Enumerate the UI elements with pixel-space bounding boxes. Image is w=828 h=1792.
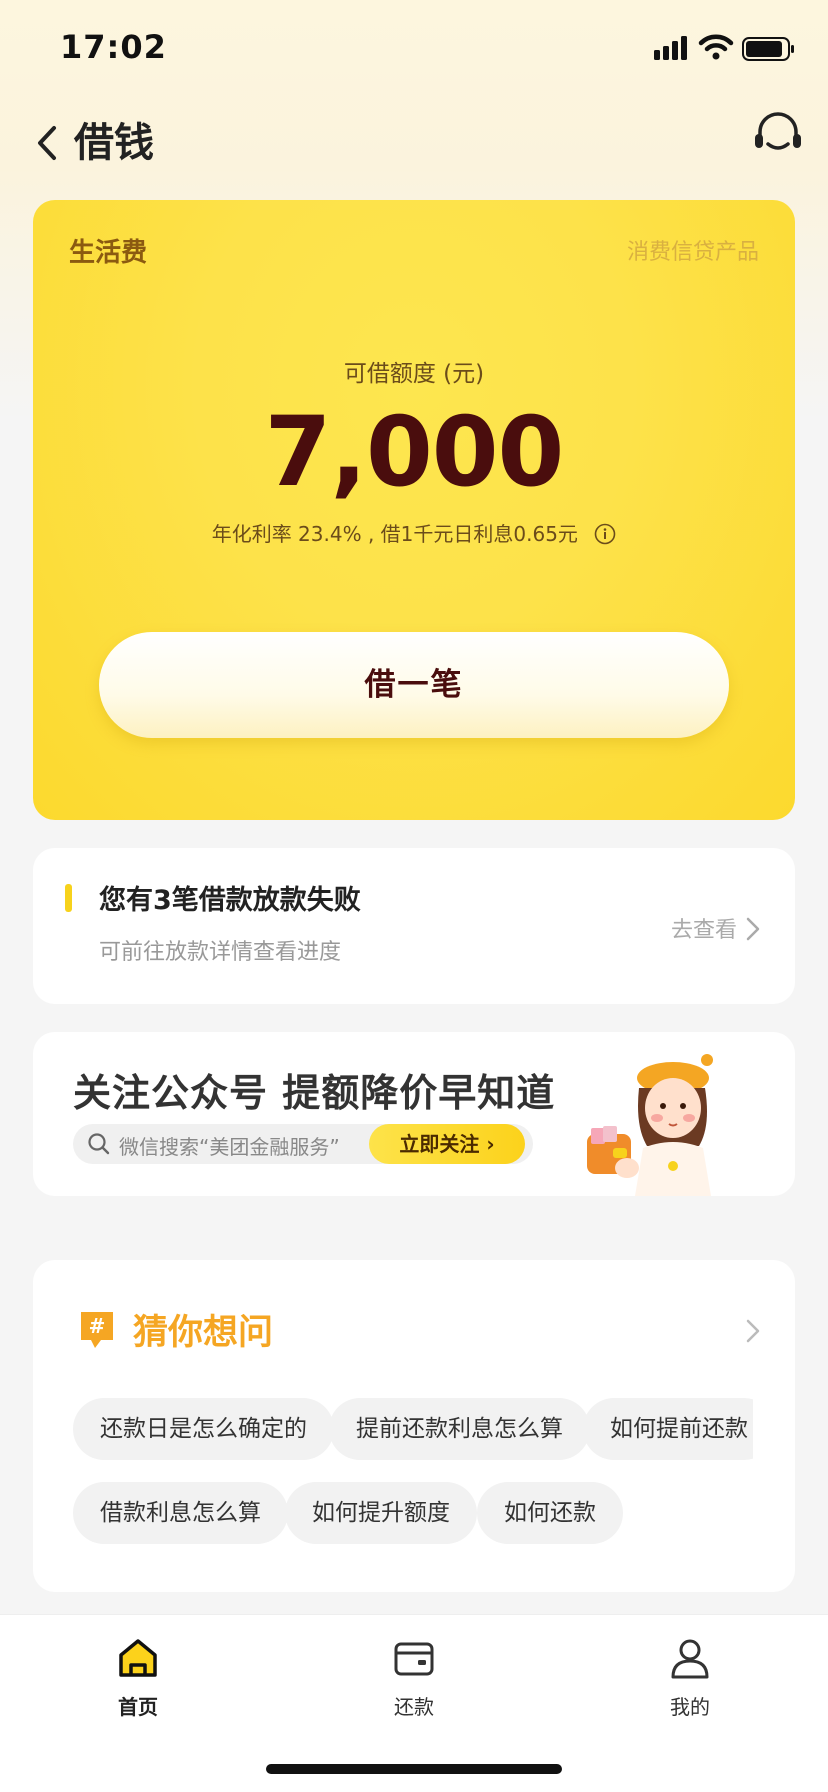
faq-chip[interactable]: 如何提升额度 xyxy=(285,1482,477,1544)
faq-chip-row: 还款日是怎么确定的 提前还款利息怎么算 如何提前还款 xyxy=(73,1398,753,1460)
loan-limit-card: 生活费 消费信贷产品 可借额度 (元) 7,000 年化利率 23.4% , 借… xyxy=(33,200,795,820)
customer-service-icon[interactable] xyxy=(750,108,806,164)
product-tag: 生活费 xyxy=(69,238,148,268)
search-hint-text: 微信搜索“美团金融服务” xyxy=(119,1135,340,1159)
wallet-icon xyxy=(394,1642,434,1676)
follow-now-button[interactable]: 立即关注 › xyxy=(369,1124,525,1164)
notice-subtitle: 可前往放款详情查看进度 xyxy=(99,940,342,965)
chevron-right-icon[interactable] xyxy=(745,1318,761,1344)
navigation-bar: 借钱 xyxy=(0,100,828,200)
tab-mine[interactable]: 我的 xyxy=(630,1635,750,1720)
faq-chip[interactable]: 如何提前还款 xyxy=(583,1398,753,1460)
limit-label: 可借额度 (元) xyxy=(343,361,485,387)
home-indicator[interactable] xyxy=(266,1764,562,1774)
svg-text:#: # xyxy=(89,1314,106,1338)
faq-chip-row: 借款利息怎么算 如何提升额度 如何还款 xyxy=(73,1482,753,1544)
mascot-girl-illustration xyxy=(587,1054,713,1196)
status-time: 17:02 xyxy=(60,28,167,66)
product-type-label: 消费信贷产品 xyxy=(626,240,759,265)
page-title: 借钱 xyxy=(74,120,154,166)
tab-repayment[interactable]: 还款 xyxy=(354,1635,474,1720)
back-icon[interactable] xyxy=(30,112,70,172)
home-icon xyxy=(119,1639,157,1677)
chevron-right-icon xyxy=(746,917,760,941)
faq-chip[interactable]: 提前还款利息怎么算 xyxy=(329,1398,590,1460)
wifi-icon xyxy=(698,34,734,60)
limit-amount: 7,000 xyxy=(264,396,565,508)
faq-section: # 猜你想问 还款日是怎么确定的 提前还款利息怎么算 如何提前还款 借款利息怎么… xyxy=(33,1260,795,1592)
faq-chip[interactable]: 如何还款 xyxy=(477,1482,623,1544)
info-icon[interactable] xyxy=(594,523,616,545)
tab-label: 首页 xyxy=(118,1695,158,1719)
view-details-link[interactable]: 去查看 xyxy=(671,912,737,944)
faq-title: 猜你想问 xyxy=(133,1313,274,1353)
tab-label: 还款 xyxy=(394,1695,434,1719)
tab-label: 我的 xyxy=(670,1695,710,1719)
cellular-signal-icon xyxy=(654,36,687,60)
interest-rate-info: 年化利率 23.4% , 借1千元日利息0.65元 xyxy=(33,518,795,547)
faq-chip[interactable]: 还款日是怎么确定的 xyxy=(73,1398,334,1460)
banner-title: 关注公众号 提额降价早知道 xyxy=(73,1071,556,1115)
borrow-button[interactable]: 借一笔 xyxy=(99,632,729,738)
faq-chip[interactable]: 借款利息怎么算 xyxy=(73,1482,288,1544)
battery-icon xyxy=(742,37,794,61)
search-icon xyxy=(88,1133,110,1155)
loan-failure-notice[interactable]: 您有3笔借款放款失败 可前往放款详情查看进度 去查看 xyxy=(33,848,795,1004)
hashtag-chat-icon: # xyxy=(81,1312,113,1348)
tab-home[interactable]: 首页 xyxy=(78,1635,198,1720)
interest-rate-text: 年化利率 23.4% , 借1千元日利息0.65元 xyxy=(211,522,578,546)
notice-accent-bar xyxy=(65,884,72,912)
status-bar: 17:02 xyxy=(0,0,828,100)
user-icon xyxy=(671,1639,709,1679)
notice-title: 您有3笔借款放款失败 xyxy=(99,885,361,916)
follow-official-account-banner[interactable]: 关注公众号 提额降价早知道 微信搜索“美团金融服务” 立即关注 › xyxy=(33,1032,795,1196)
